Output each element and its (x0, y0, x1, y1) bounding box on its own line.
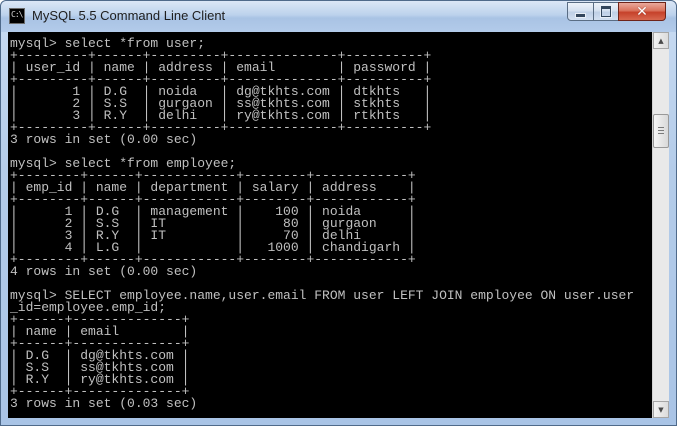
console-line: 3 rows in set (0.03 sec) (10, 396, 198, 411)
console-icon-glyph: C:\ (11, 10, 23, 19)
console-window: C:\ MySQL 5.5 Command Line Client ✕ mysq… (0, 0, 677, 426)
maximize-icon (601, 6, 611, 17)
scroll-thumb[interactable] (653, 114, 669, 148)
scroll-up-arrow-icon: ▲ (658, 36, 664, 45)
close-button[interactable]: ✕ (618, 2, 666, 21)
thumb-grip-line (658, 130, 664, 131)
vertical-scrollbar[interactable]: ▲ ▼ (652, 32, 669, 418)
console-line: 3 rows in set (0.00 sec) (10, 132, 198, 147)
minimize-button[interactable] (567, 2, 594, 21)
close-icon: ✕ (636, 3, 648, 20)
console-text: mysql> select *from user; +---------+---… (10, 37, 634, 411)
console-icon[interactable]: C:\ (9, 8, 25, 24)
scroll-up-button[interactable]: ▲ (653, 32, 669, 49)
scroll-down-arrow-icon: ▼ (658, 405, 664, 414)
thumb-grip-line (658, 127, 664, 128)
maximize-button[interactable] (593, 2, 619, 21)
scroll-down-button[interactable]: ▼ (653, 401, 669, 418)
console-output-area[interactable]: mysql> select *from user; +---------+---… (8, 32, 652, 418)
console-line: 4 rows in set (0.00 sec) (10, 264, 198, 279)
minimize-icon (575, 12, 586, 18)
window-title: MySQL 5.5 Command Line Client (32, 8, 226, 23)
thumb-grip-line (658, 133, 664, 134)
title-bar[interactable]: C:\ MySQL 5.5 Command Line Client ✕ (1, 1, 676, 32)
